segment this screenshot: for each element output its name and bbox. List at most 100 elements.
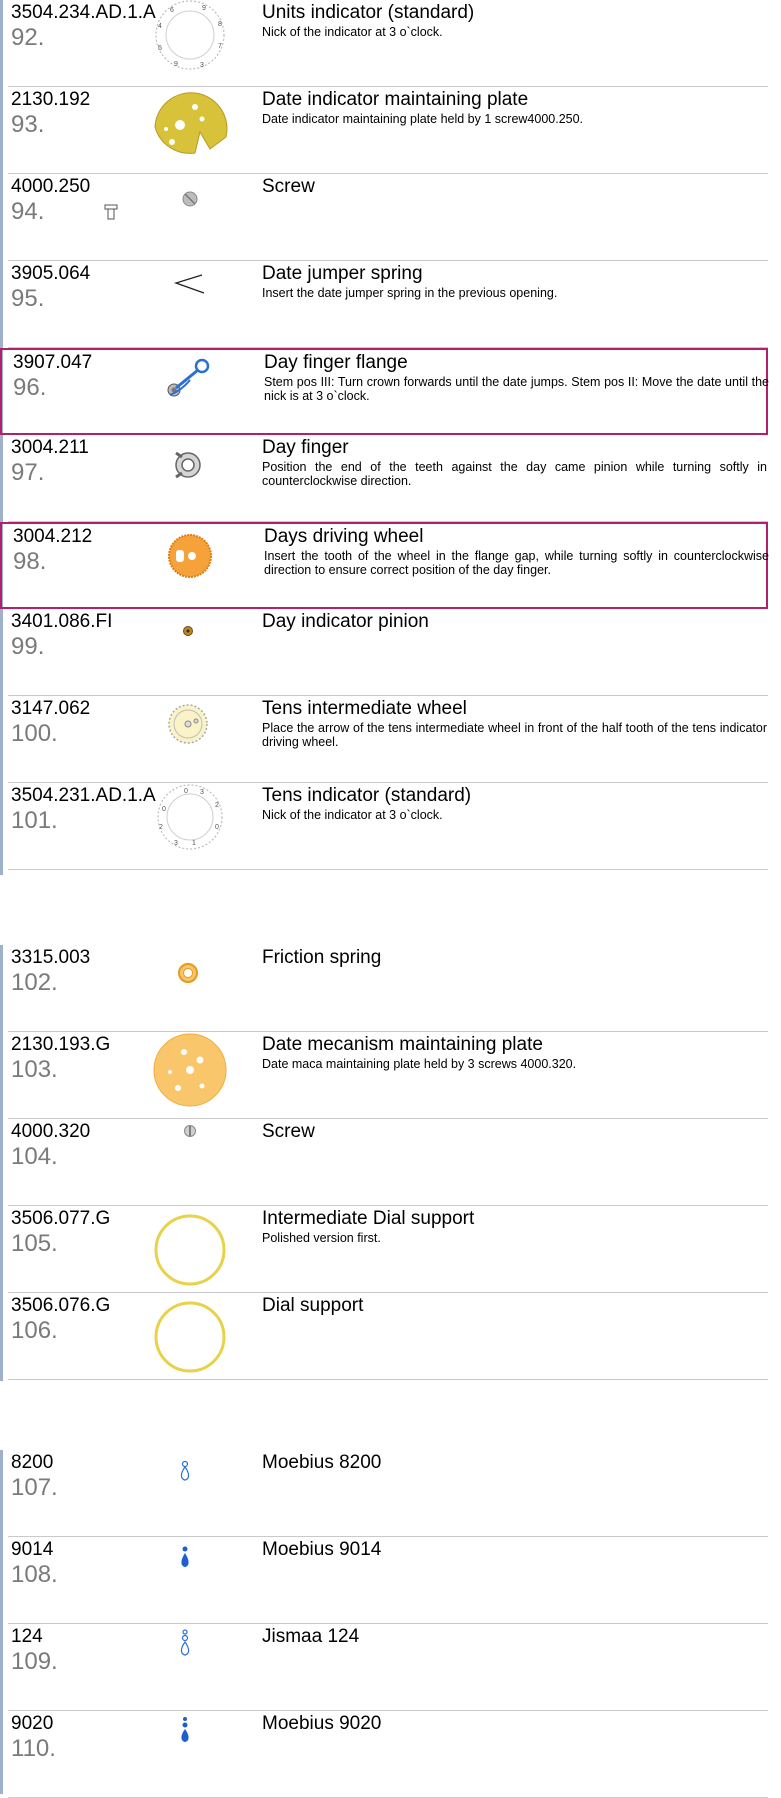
oil-drop-double-outline-icon — [180, 1629, 190, 1656]
part-reference: 3506.076.G — [11, 1295, 111, 1316]
part-reference: 3004.212 — [13, 526, 93, 547]
svg-text:3: 3 — [200, 62, 204, 69]
svg-text:2: 2 — [159, 824, 163, 831]
svg-text:3: 3 — [200, 789, 204, 796]
step-row: 3506.076.G 106. Dial support — [0, 1293, 768, 1380]
svg-text:6: 6 — [170, 7, 174, 14]
step-row: 3506.077.G 105. Intermediate Dial suppor… — [0, 1206, 768, 1293]
svg-text:4: 4 — [158, 23, 162, 30]
step-number: 93. — [11, 111, 45, 138]
part-reference: 3401.086.FI — [11, 611, 113, 632]
day-finger-icon — [175, 451, 201, 479]
step-row: 4000.250 94. Screw — [0, 174, 768, 261]
step-description: Position the end of the teeth against th… — [262, 460, 767, 488]
step-title: Intermediate Dial support — [262, 1208, 475, 1229]
spring-icon — [173, 274, 205, 294]
svg-text:3: 3 — [174, 840, 178, 847]
step-description: Date maca maintaining plate held by 3 sc… — [262, 1057, 577, 1071]
part-reference: 2130.193.G — [11, 1034, 111, 1055]
step-title: Units indicator (standard) — [262, 2, 475, 23]
part-reference: 4000.250 — [11, 176, 91, 197]
step-row: 2130.193.G 103. Date mecanism maintainin… — [0, 1032, 768, 1119]
part-reference: 124 — [11, 1626, 43, 1647]
step-title: Tens indicator (standard) — [262, 785, 472, 806]
step-number: 99. — [11, 633, 45, 660]
row-divider — [8, 1379, 768, 1380]
step-title: Jismaa 124 — [262, 1626, 360, 1647]
step-title: Screw — [262, 176, 315, 197]
svg-text:9: 9 — [174, 61, 178, 68]
step-title: Day finger — [262, 437, 349, 458]
step-number: 108. — [11, 1561, 58, 1588]
step-number: 97. — [11, 459, 45, 486]
part-reference: 3504.234.AD.1.A — [11, 2, 156, 23]
section-dial-support: 3315.003 102. Friction spring 2130.193.G… — [0, 945, 781, 1381]
orange-plate-icon — [153, 1033, 227, 1107]
svg-text:1: 1 — [192, 840, 196, 847]
step-title: Moebius 8200 — [262, 1452, 382, 1473]
step-title: Dial support — [262, 1295, 364, 1316]
svg-text:0: 0 — [184, 788, 188, 795]
svg-text:5: 5 — [158, 45, 162, 52]
step-number: 98. — [13, 548, 47, 575]
svg-text:0: 0 — [162, 806, 166, 813]
dial-ring-icon — [154, 1301, 226, 1373]
step-row: 2130.192 93. Date indicator maintaining … — [0, 87, 768, 174]
step-row: 9014 108. Moebius 9014 — [0, 1537, 768, 1624]
step-description: Insert the date jumper spring in the pre… — [262, 286, 558, 300]
gold-plate-icon — [154, 92, 228, 154]
oil-drop-double-filled-icon — [181, 1717, 189, 1742]
step-row-highlighted: 3004.212 98. Days driving wheel Insert t… — [0, 522, 769, 609]
step-number: 106. — [11, 1317, 58, 1344]
part-reference: 3315.003 — [11, 947, 91, 968]
screw-icon — [182, 191, 198, 207]
svg-text:8: 8 — [218, 21, 222, 28]
orange-wheel-icon — [168, 534, 212, 578]
screw-icon — [184, 1125, 196, 1137]
part-reference: 4000.320 — [11, 1121, 91, 1142]
step-title: Date mecanism maintaining plate — [262, 1034, 543, 1055]
pinion-icon — [183, 626, 193, 636]
step-number: 102. — [11, 969, 58, 996]
step-row: 124 109. Jismaa 124 — [0, 1624, 768, 1711]
step-title: Friction spring — [262, 947, 382, 968]
step-description: Nick of the indicator at 3 o`clock. — [262, 25, 443, 39]
step-description: Nick of the indicator at 3 o`clock. — [262, 808, 443, 822]
step-number: 110. — [11, 1735, 56, 1762]
step-description: Polished version first. — [262, 1231, 381, 1245]
step-number: 95. — [11, 285, 45, 312]
step-number: 107. — [11, 1474, 58, 1501]
part-reference: 9014 — [11, 1539, 54, 1560]
step-number: 100. — [11, 720, 58, 747]
part-reference: 2130.192 — [11, 89, 91, 110]
step-description: Insert the tooth of the wheel in the fla… — [264, 549, 769, 577]
step-number: 101. — [11, 807, 58, 834]
svg-text:0: 0 — [215, 824, 219, 831]
screw-side-icon — [104, 204, 118, 220]
part-reference: 8200 — [11, 1452, 54, 1473]
step-description: Date indicator maintaining plate held by… — [262, 112, 584, 126]
gear-wheel-icon — [168, 704, 208, 744]
part-reference: 3504.231.AD.1.A — [11, 785, 156, 806]
step-description: Place the arrow of the tens intermediate… — [262, 721, 767, 749]
flange-icon — [167, 358, 210, 397]
step-title: Day indicator pinion — [262, 611, 429, 632]
units-indicator-ring-icon: 6 9 8 7 3 9 5 4 — [155, 0, 225, 70]
step-number: 92. — [11, 24, 45, 51]
step-number: 109. — [11, 1648, 58, 1675]
part-reference: 3147.062 — [11, 698, 91, 719]
step-description: Stem pos III: Turn crown forwards until … — [264, 375, 769, 403]
svg-text:7: 7 — [218, 43, 222, 50]
section-lubricants: 8200 107. Moebius 8200 9014 108. Moebius… — [0, 1450, 781, 1798]
step-number: 96. — [13, 374, 47, 401]
step-title: Day finger flange — [264, 352, 408, 373]
step-row: 3504.231.AD.1.A 101. 0 3 2 0 1 3 2 0 Ten… — [0, 783, 768, 870]
oil-drop-outline-icon — [180, 1460, 190, 1481]
step-title: Tens intermediate wheel — [262, 698, 467, 719]
step-title: Screw — [262, 1121, 315, 1142]
step-title: Moebius 9014 — [262, 1539, 382, 1560]
step-title: Date indicator maintaining plate — [262, 89, 529, 110]
step-row: 3147.062 100. Tens intermediate wheel Pl… — [0, 696, 768, 783]
svg-text:9: 9 — [202, 5, 206, 12]
oil-drop-filled-icon — [181, 1546, 189, 1567]
